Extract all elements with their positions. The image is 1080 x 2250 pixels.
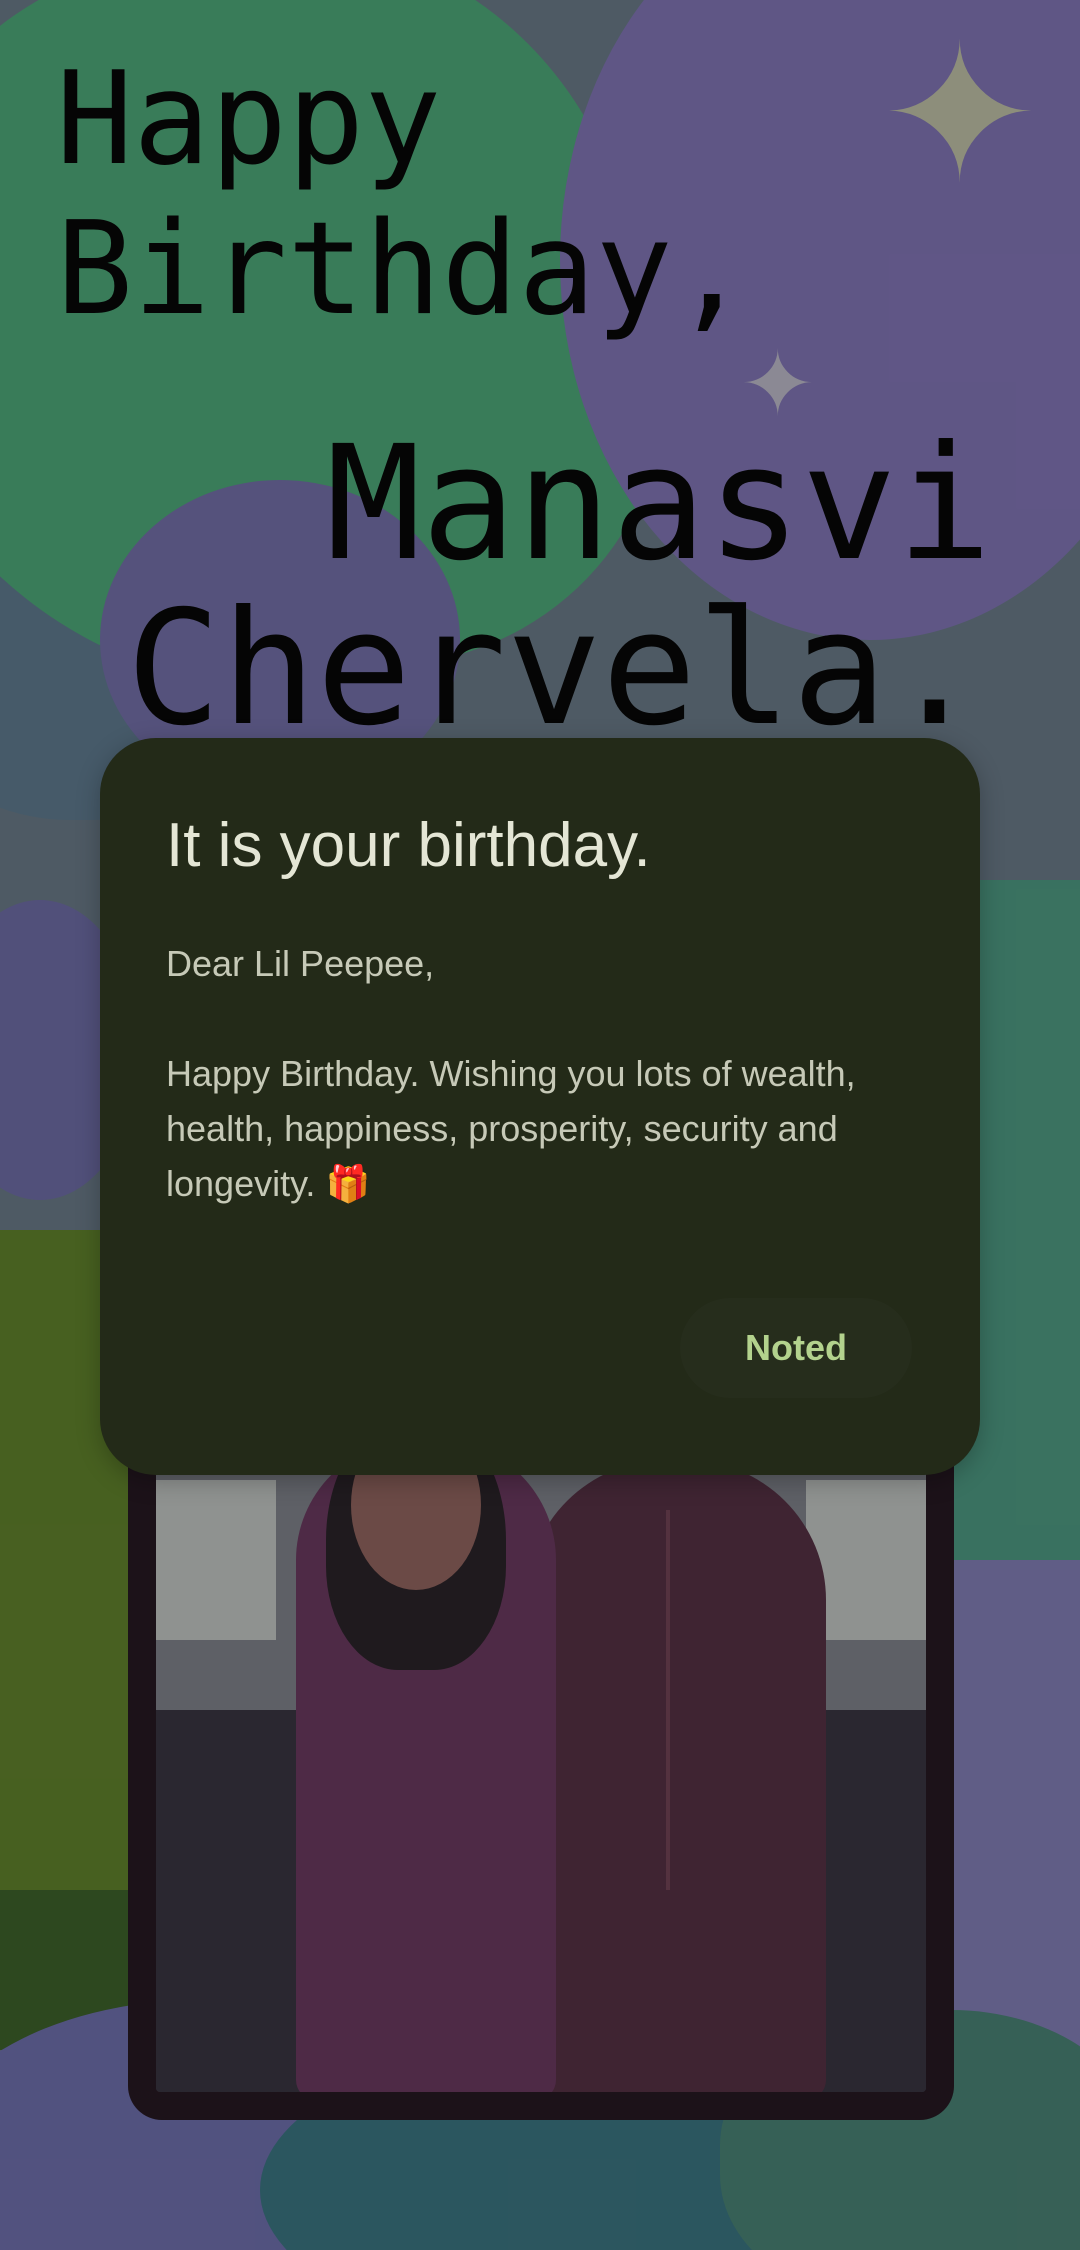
birthday-screen: ✦ ✦ Happy Birthday, Manasvi Chervela. It…	[0, 0, 1080, 2250]
headline-birthday: Birthday,	[56, 195, 750, 344]
headline-last-name: Chervela.	[126, 577, 983, 761]
sparkle-icon: ✦	[880, 4, 1040, 225]
photo-card	[128, 1400, 954, 2120]
noted-button[interactable]: Noted	[680, 1298, 912, 1398]
dialog-greeting: Dear Lil Peepee,	[166, 943, 435, 984]
photo-window	[156, 1480, 276, 1640]
birthday-photo	[156, 1420, 926, 2092]
dialog-message-paragraph: Happy Birthday. Wishing you lots of weal…	[166, 1046, 926, 1212]
dialog-title: It is your birthday.	[166, 811, 651, 880]
dialog-message-text: Happy Birthday. Wishing you lots of weal…	[166, 1053, 856, 1204]
birthday-dialog: It is your birthday. Dear Lil Peepee, Ha…	[100, 738, 980, 1475]
dialog-message: Dear Lil Peepee, Happy Birthday. Wishing…	[166, 936, 926, 1212]
photo-person	[526, 1460, 826, 2092]
gift-icon: 🎁	[325, 1164, 371, 1205]
headline-first-name: Manasvi	[326, 412, 992, 596]
photo-detail	[666, 1510, 670, 1890]
headline-happy: Happy	[56, 45, 442, 194]
